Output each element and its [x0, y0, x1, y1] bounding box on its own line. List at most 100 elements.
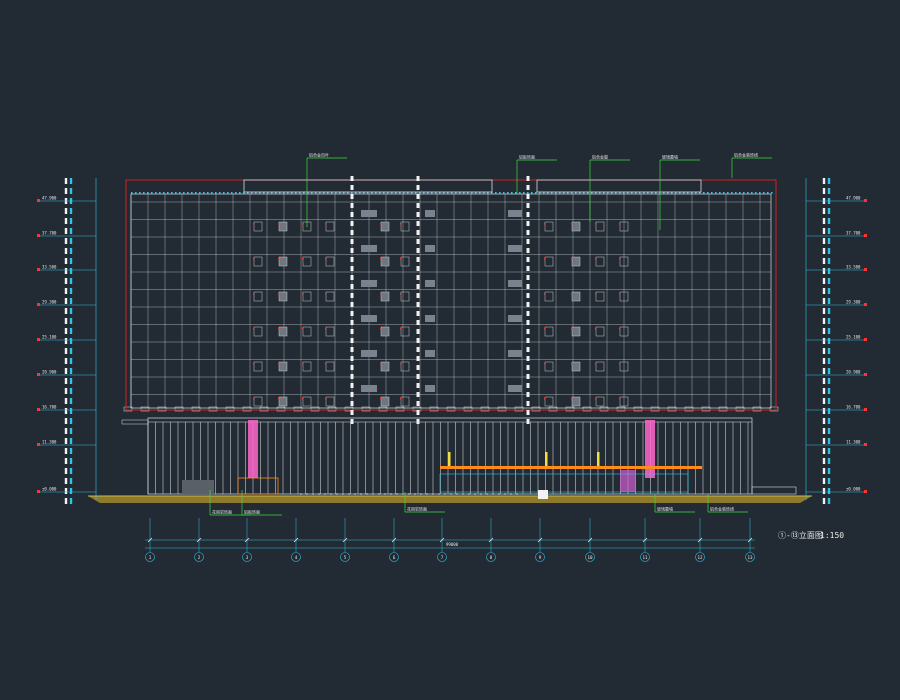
- right-level-riser: [822, 498, 826, 504]
- paving-dot: [504, 493, 506, 495]
- axis-label: 3: [246, 555, 249, 560]
- shaft-riser-dash: [416, 230, 420, 235]
- paving-dot: [438, 493, 440, 495]
- window-mark: [571, 258, 573, 260]
- shaft-riser-dash: [526, 212, 530, 217]
- paving-dot: [354, 493, 356, 495]
- window-unit: [253, 396, 263, 407]
- window-mark: [571, 398, 573, 400]
- left-level-riser: [64, 428, 68, 434]
- roof-dot: [531, 192, 533, 194]
- right-level-label: 37.700: [846, 231, 861, 236]
- left-level-marker: [37, 268, 40, 271]
- dimension-chain: 990001 2 3 4 5 6 7 8 9 10 11 12 13: [145, 518, 755, 562]
- callout-label: 铝板饰面: [244, 509, 260, 515]
- paving-dot: [408, 493, 410, 495]
- shaft-riser-dash: [416, 302, 420, 307]
- window-mark: [325, 258, 327, 260]
- roof-dot: [159, 192, 161, 194]
- window-mark: [400, 258, 402, 260]
- left-level-label: 11.300: [42, 440, 57, 445]
- right-level-riser: [822, 348, 826, 354]
- right-level-riser: [827, 288, 831, 294]
- shaft-riser-dash: [416, 239, 420, 244]
- window-mark: [400, 293, 402, 295]
- shaft-panel: [425, 315, 435, 322]
- window-mark: [380, 363, 382, 365]
- window-mark: [595, 293, 597, 295]
- right-level-marker: [864, 268, 867, 271]
- right-level-riser: [827, 188, 831, 194]
- left-level-riser: [64, 238, 68, 244]
- right-level-riser: [822, 488, 826, 494]
- window-mark: [278, 363, 280, 365]
- left-level-riser: [69, 288, 73, 294]
- right-level-riser: [827, 268, 831, 274]
- paving-dot: [396, 493, 398, 495]
- axis-label: 7: [441, 555, 444, 560]
- right-level-riser: [822, 338, 826, 344]
- left-level-riser: [69, 188, 73, 194]
- left-level-riser: [64, 398, 68, 404]
- window-mark: [571, 363, 573, 365]
- right-level-riser: [827, 318, 831, 324]
- window-unit: [253, 221, 263, 232]
- canopy-post: [597, 452, 600, 466]
- window-mark: [302, 398, 304, 400]
- left-level-riser: [64, 288, 68, 294]
- paving-dot: [306, 493, 308, 495]
- right-level-riser: [827, 238, 831, 244]
- roof-dot: [519, 192, 521, 194]
- shaft-riser-dash: [416, 185, 420, 190]
- left-level-riser: [64, 328, 68, 334]
- right-level-riser: [822, 248, 826, 254]
- window-unit: [380, 396, 390, 407]
- left-level-riser: [64, 258, 68, 264]
- window-mark: [400, 398, 402, 400]
- entry-step: [538, 490, 548, 499]
- right-level-label: 11.300: [846, 440, 861, 445]
- window-mark: [302, 258, 304, 260]
- left-level-riser: [64, 388, 68, 394]
- roof-dot: [191, 192, 193, 194]
- right-level-riser: [827, 468, 831, 474]
- window-unit: [595, 361, 605, 372]
- paving-dot: [348, 493, 350, 495]
- left-level-riser: [69, 328, 73, 334]
- tower-curtain-wall-grid: [123, 192, 779, 412]
- level-markers: 47.900 47.900 37.700 37.700 33.500 33.500 29.3…: [37, 178, 867, 504]
- shaft-riser-dash: [416, 293, 420, 298]
- window-mark: [380, 398, 382, 400]
- roof-dot: [507, 192, 509, 194]
- axis-label: 11: [642, 555, 648, 560]
- window-unit: [380, 326, 390, 337]
- right-level-riser: [827, 438, 831, 444]
- drawing-title-block: ①-⑬立面图 1:150: [778, 530, 844, 540]
- left-level-riser: [69, 468, 73, 474]
- right-level-riser: [822, 388, 826, 394]
- axis-label: 1: [149, 555, 152, 560]
- callout-label: 花岗岩饰面: [212, 509, 232, 515]
- window-mark: [325, 363, 327, 365]
- shaft-riser-dash: [526, 383, 530, 388]
- left-level-riser: [64, 278, 68, 284]
- entrance-canopy: [440, 466, 702, 469]
- left-level-riser: [64, 268, 68, 274]
- callout-label: 铝合金窗: [592, 154, 608, 160]
- right-level-marker: [864, 199, 867, 202]
- shaft-panel: [361, 280, 377, 287]
- right-level-riser: [827, 398, 831, 404]
- window-unit: [400, 291, 410, 302]
- window-mark: [571, 293, 573, 295]
- left-level-riser: [64, 418, 68, 424]
- roof-dot: [195, 192, 197, 194]
- callout-label: 铝合金百叶: [309, 152, 329, 158]
- shaft-panel: [425, 245, 435, 252]
- shaft-riser-dash: [416, 266, 420, 271]
- roof-dot: [207, 192, 209, 194]
- roof-dot: [535, 192, 537, 194]
- roof-dot: [175, 192, 177, 194]
- left-level-riser: [69, 378, 73, 384]
- shaft-riser-dash: [526, 338, 530, 343]
- roof-dot: [135, 192, 137, 194]
